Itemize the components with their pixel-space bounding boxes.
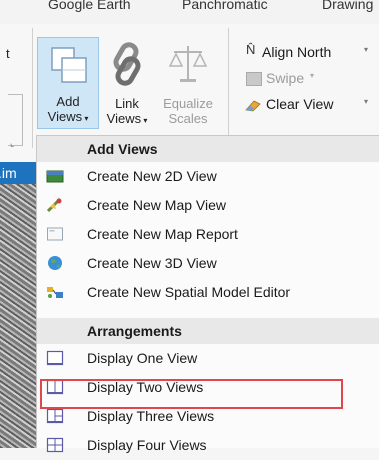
menu-item-create-2d-view[interactable]: Create New 2D View	[37, 162, 379, 191]
align-north-label: Align North	[262, 44, 332, 60]
menu-item-label: Display Three Views	[87, 408, 215, 424]
chevron-down-icon[interactable]: ▾	[364, 45, 368, 54]
add-views-label-2: Views ▾	[47, 109, 89, 124]
eraser-icon	[245, 100, 261, 112]
cut-ribbon-label: t	[6, 46, 10, 61]
link-views-label-2[interactable]: Views ▾	[102, 111, 152, 128]
add-views-label-1: Add	[56, 94, 80, 109]
menu-item-label: Create New Map Report	[87, 226, 238, 242]
menu-item-create-spatial-model-editor[interactable]: Create New Spatial Model Editor	[37, 278, 379, 307]
one-view-icon	[46, 350, 64, 366]
map-view-title: .im	[0, 162, 36, 184]
swipe-button: Swipe ▾	[240, 70, 320, 90]
2d-view-icon	[46, 170, 64, 183]
add-views-icon	[51, 47, 87, 83]
equalize-label-1: Equalize	[163, 96, 213, 111]
tab-panchromatic[interactable]: Panchromatic	[182, 0, 268, 12]
spatial-model-icon	[47, 287, 63, 298]
chevron-down-icon[interactable]: ▾	[364, 97, 368, 106]
menu-item-label: Create New 3D View	[87, 255, 217, 271]
menu-header-arrangements: Arrangements	[37, 318, 379, 344]
align-north-button[interactable]: N̂ Align North ▾	[240, 42, 370, 64]
menu-item-create-map-report[interactable]: Create New Map Report	[37, 220, 379, 249]
swipe-icon	[246, 72, 262, 86]
clear-view-label: Clear View	[266, 96, 334, 112]
swipe-label: Swipe	[266, 70, 305, 86]
ribbon-separator	[228, 28, 229, 148]
menu-item-label: Display Four Views	[87, 437, 207, 453]
menu-item-label: Create New Spatial Model Editor	[87, 284, 291, 300]
map-view-icon	[46, 197, 62, 213]
highlight-box	[40, 379, 343, 409]
tab-google-earth[interactable]: Google Earth	[48, 0, 131, 12]
globe-3d-icon	[48, 256, 62, 270]
north-arrow-icon: N̂	[246, 42, 256, 57]
link-views-label-1[interactable]: Link	[104, 96, 150, 111]
map-report-icon	[47, 227, 63, 241]
dialog-launcher-icon[interactable]: ⌞	[10, 138, 14, 149]
menu-item-label: Create New 2D View	[87, 168, 217, 184]
add-views-button[interactable]: Add Views ▾	[37, 37, 99, 129]
ribbon-separator	[32, 28, 33, 148]
menu-item-label: Display One View	[87, 350, 198, 366]
tab-drawing[interactable]: Drawing	[322, 0, 373, 12]
menu-item-display-one-view[interactable]: Display One View	[37, 344, 379, 373]
menu-item-create-map-view[interactable]: Create New Map View	[37, 191, 379, 220]
menu-header-add-views: Add Views	[37, 136, 379, 162]
map-view-image[interactable]	[0, 162, 36, 448]
three-views-icon	[46, 408, 64, 424]
clear-view-button[interactable]: Clear View ▾	[240, 96, 372, 116]
ribbon-tab-bar: Google Earth Panchromatic Drawing	[0, 0, 379, 24]
equalize-label-2: Scales	[168, 111, 208, 126]
scales-icon	[168, 46, 208, 82]
menu-item-display-four-views[interactable]: Display Four Views	[37, 431, 379, 460]
four-views-icon	[46, 437, 64, 453]
menu-item-create-3d-view[interactable]: Create New 3D View	[37, 249, 379, 278]
chevron-down-icon: ▾	[310, 71, 315, 80]
add-views-dropdown-menu: Add Views Create New 2D View Create New …	[36, 135, 379, 453]
link-chain-icon[interactable]	[107, 42, 147, 86]
menu-item-label: Create New Map View	[87, 197, 227, 213]
